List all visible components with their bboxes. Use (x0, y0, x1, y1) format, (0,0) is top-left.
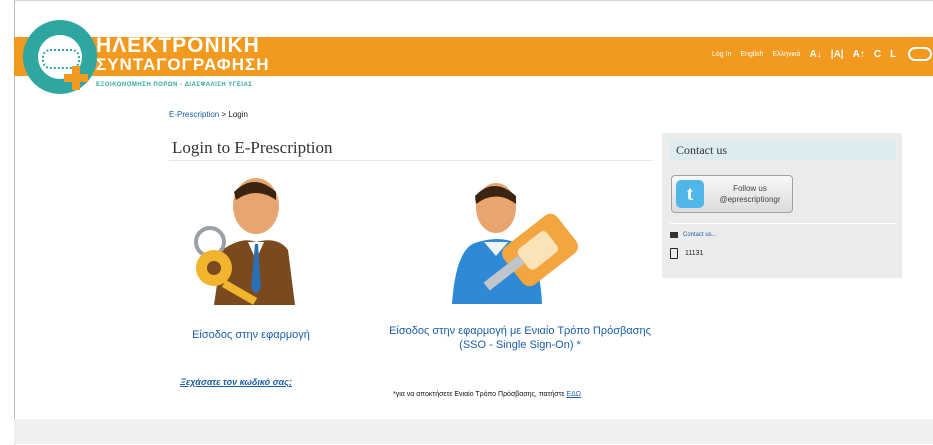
user-key-icon[interactable] (182, 170, 297, 305)
breadcrumb-home[interactable]: E-Prescription (169, 110, 219, 119)
sso-note-text: *για να αποκτήσετε Ενιαίο Τρόπο Πρόσβαση… (393, 391, 567, 398)
twitter-follow-button[interactable]: t Follow us @eprescriptiongr (671, 175, 793, 213)
sso-user-key-icon[interactable] (448, 174, 578, 309)
phone-row: 11131 (670, 248, 703, 259)
sso-note: *για να αποκτήσετε Ενιαίο Τρόπο Πρόσβαση… (393, 391, 581, 398)
font-larger-button[interactable]: A↑ (853, 49, 865, 60)
english-link[interactable]: English (740, 51, 763, 58)
phone-number: 11131 (685, 250, 704, 257)
follow-line2: @eprescriptiongr (719, 195, 781, 204)
sso-here-link[interactable]: ΕΔΩ (566, 391, 581, 398)
breadcrumb-separator: > (219, 110, 229, 119)
footer (14, 419, 933, 444)
title-divider (169, 160, 653, 161)
greek-link[interactable]: Ελληνικά (772, 51, 800, 58)
sidebar-divider (670, 223, 896, 224)
layout-toggle[interactable] (908, 47, 933, 61)
page-title: Login to E-Prescription (172, 138, 333, 157)
follow-text: Follow us @eprescriptiongr (710, 183, 790, 205)
contact-link[interactable]: Contact us... (683, 232, 717, 238)
font-reset-button[interactable]: |A| (831, 49, 844, 60)
follow-line1: Follow us (733, 184, 767, 193)
login-sso-link[interactable]: Είσοδος στην εφαρμογή με Ενιαίο Τρόπο Πρ… (370, 324, 670, 352)
header-links: Log In English Ελληνικά A↓ |A| A↑ C L (712, 47, 933, 61)
breadcrumb: E-Prescription > Login (169, 110, 248, 119)
contact-row: Contact us... (670, 232, 717, 238)
phone-icon (670, 248, 678, 259)
login-app-link[interactable]: Είσοδος στην εφαρμογή (160, 329, 342, 341)
login-app-label: Είσοδος στην εφαρμογή (192, 329, 310, 341)
login-sso-label-line1: Είσοδος στην εφαρμογή με Ενιαίο Τρόπο Πρ… (389, 325, 651, 337)
twitter-icon: t (676, 180, 704, 208)
login-link[interactable]: Log In (712, 51, 731, 58)
contact-title: Contact us (676, 143, 727, 157)
logo-title-line2: ΣΥΝΤΑΓΟΓΡΑΦΗΣΗ (96, 55, 270, 74)
mail-icon (670, 232, 678, 238)
contrast-button[interactable]: C (874, 49, 881, 60)
login-sso-label-line2: (SSO - Single Sign-On) * (459, 339, 581, 351)
logo-plus-icon (64, 66, 88, 90)
logo-subtitle: ΕΞΟΙΚΟΝΟΜΗΣΗ ΠΟΡΩΝ - ΔΙΑΣΦΑΛΙΣΗ ΥΓΕΙΑΣ (96, 82, 253, 88)
forgot-password-link[interactable]: Ξεχάσατε τον κωδικό σας; (180, 377, 292, 387)
font-smaller-button[interactable]: A↓ (810, 49, 822, 60)
breadcrumb-current: Login (228, 110, 248, 119)
layout-button[interactable]: L (890, 49, 896, 60)
